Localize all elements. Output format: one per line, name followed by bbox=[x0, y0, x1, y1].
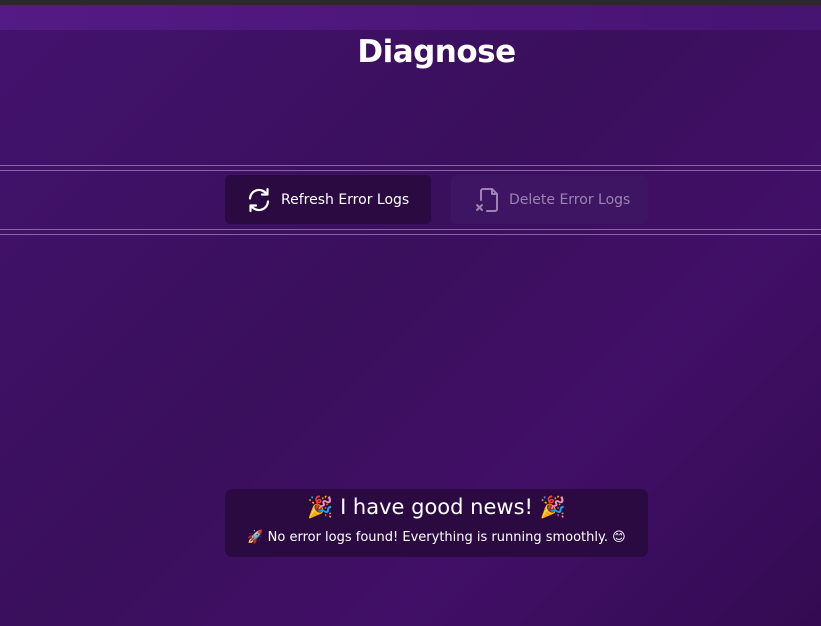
refresh-error-logs-button[interactable]: Refresh Error Logs bbox=[225, 175, 431, 224]
refresh-button-label: Refresh Error Logs bbox=[281, 191, 410, 208]
delete-button-label: Delete Error Logs bbox=[509, 191, 631, 208]
divider-bottom-1 bbox=[0, 229, 821, 230]
news-message: No error logs found! Everything is runni… bbox=[267, 530, 608, 545]
delete-error-logs-button[interactable]: Delete Error Logs bbox=[451, 175, 648, 224]
divider-bottom-2 bbox=[0, 234, 821, 235]
news-headline: I have good news! bbox=[340, 495, 533, 519]
party-popper-icon: 🎉 bbox=[539, 495, 566, 519]
refresh-icon bbox=[245, 186, 273, 214]
good-news-card: 🎉 I have good news! 🎉 🚀 No error logs fo… bbox=[225, 489, 648, 557]
news-message-row: 🚀 No error logs found! Everything is run… bbox=[225, 530, 648, 545]
divider-top-2 bbox=[0, 170, 821, 171]
header-band bbox=[0, 5, 821, 30]
file-delete-icon bbox=[473, 186, 501, 214]
divider-top-1 bbox=[0, 165, 821, 166]
page-title: Diagnose bbox=[357, 34, 516, 70]
rocket-icon: 🚀 bbox=[247, 530, 264, 545]
news-headline-row: 🎉 I have good news! 🎉 bbox=[225, 495, 648, 520]
smiley-icon: 😊 bbox=[612, 530, 626, 545]
party-popper-icon: 🎉 bbox=[307, 495, 334, 519]
